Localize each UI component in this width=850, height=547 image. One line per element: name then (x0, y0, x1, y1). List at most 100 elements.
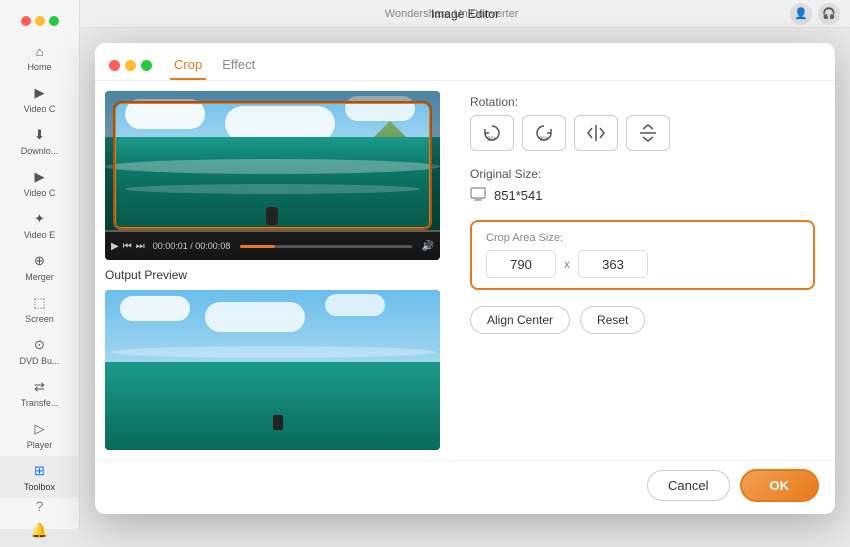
crop-height-input[interactable] (578, 250, 648, 278)
window-controls (109, 60, 152, 71)
time-display: 00:00:01 / 00:00:08 (153, 241, 231, 251)
sidebar-item-label: Downlo... (21, 146, 59, 156)
sidebar-item-video-edit[interactable]: ✦ Video E (0, 204, 79, 246)
toolbox-icon: ⊞ (31, 462, 49, 480)
sidebar: ⌂ Home ▶ Video C ⬇ Downlo... ▶ Video C ✦… (0, 0, 80, 529)
cloud-3 (345, 96, 415, 121)
traffic-min[interactable] (35, 16, 45, 26)
player-icon: ▷ (31, 420, 49, 438)
rotate-left-button[interactable]: 90° (470, 115, 514, 151)
headset-icon[interactable]: 🎧 (818, 3, 840, 25)
flip-vertical-button[interactable] (574, 115, 618, 151)
sidebar-item-video-convert[interactable]: ▶ Video C (0, 78, 79, 120)
flip-horizontal-button[interactable] (626, 115, 670, 151)
video-compress-icon: ▶ (31, 168, 49, 186)
help-icon[interactable]: ? (36, 498, 44, 514)
close-button[interactable] (109, 60, 120, 71)
cloud-1 (125, 99, 205, 129)
sidebar-item-toolbox[interactable]: ⊞ Toolbox (0, 456, 79, 498)
sidebar-item-label: Merger (25, 272, 54, 282)
traffic-max[interactable] (49, 16, 59, 26)
op-cloud-2 (205, 302, 305, 332)
rotate-right-button[interactable]: 90° (522, 115, 566, 151)
video-preview: ▶ ⏮ ⏭ 00:00:01 / 00:00:08 🔊 (105, 91, 440, 260)
step-back-button[interactable]: ⏮ (123, 241, 132, 252)
rotation-section: Rotation: 90° (470, 95, 815, 151)
rotation-label: Rotation: (470, 95, 815, 109)
rotation-buttons: 90° 90° (470, 115, 815, 151)
crop-area-section: Crop Area Size: x (470, 220, 815, 290)
crop-area-box: Crop Area Size: x (470, 220, 815, 290)
video-convert-icon: ▶ (31, 84, 49, 102)
svg-text:90°: 90° (487, 137, 497, 143)
sidebar-item-download[interactable]: ⬇ Downlo... (0, 120, 79, 162)
reset-button[interactable]: Reset (580, 306, 645, 334)
main-area: Wondershare UniConverter Image Editor 👤 … (80, 0, 850, 529)
download-icon: ⬇ (31, 126, 49, 144)
sidebar-item-home[interactable]: ⌂ Home (0, 36, 79, 78)
progress-fill (240, 245, 274, 248)
top-right-icons: 👤 🎧 (790, 0, 840, 27)
op-wave (110, 346, 435, 358)
op-ocean (105, 362, 440, 450)
ok-button[interactable]: OK (740, 469, 820, 502)
cloud-2 (225, 106, 335, 141)
sidebar-item-label: Screen (25, 314, 54, 324)
op-cloud-3 (325, 294, 385, 316)
wave-1 (105, 159, 440, 174)
crop-width-input[interactable] (486, 250, 556, 278)
sidebar-item-dvd-burn[interactable]: ⊙ DVD Bu... (0, 330, 79, 372)
dialog-footer: Cancel OK (95, 460, 835, 514)
dialog-body: ▶ ⏮ ⏭ 00:00:01 / 00:00:08 🔊 Output Previ… (95, 81, 835, 460)
sidebar-item-label: Home (27, 62, 51, 72)
play-button[interactable]: ▶ (111, 241, 119, 252)
sidebar-item-label: Transfe... (21, 398, 59, 408)
traffic-close[interactable] (21, 16, 31, 26)
step-forward-button[interactable]: ⏭ (136, 241, 145, 252)
surfer (266, 207, 278, 225)
size-icon (470, 187, 486, 204)
sidebar-item-label: DVD Bu... (19, 356, 59, 366)
sidebar-item-screen[interactable]: ⬚ Screen (0, 288, 79, 330)
wave-2 (125, 184, 420, 194)
sidebar-item-label: Video C (24, 188, 56, 198)
crop-separator: x (564, 257, 570, 271)
sidebar-item-label: Video E (24, 230, 55, 240)
video-edit-icon: ✦ (31, 210, 49, 228)
original-size-value: 851*541 (494, 188, 542, 203)
image-editor-dialog: Crop Effect (95, 43, 835, 514)
sidebar-item-merger[interactable]: ⊕ Merger (0, 246, 79, 288)
transfer-icon: ⇄ (31, 378, 49, 396)
home-icon: ⌂ (31, 42, 49, 60)
merger-icon: ⊕ (31, 252, 49, 270)
crop-area-label: Crop Area Size: (486, 232, 799, 244)
original-size-section: Original Size: 851*541 (470, 167, 815, 204)
tab-crop[interactable]: Crop (170, 51, 206, 80)
volume-icon[interactable]: 🔊 (422, 241, 434, 252)
screen-icon: ⬚ (31, 294, 49, 312)
align-center-button[interactable]: Align Center (470, 306, 570, 334)
user-icon[interactable]: 👤 (790, 3, 812, 25)
maximize-button[interactable] (141, 60, 152, 71)
original-size-box: 851*541 (470, 187, 815, 204)
dialog-header: Crop Effect (95, 43, 835, 81)
video-controls: ▶ ⏮ ⏭ 00:00:01 / 00:00:08 🔊 (105, 232, 440, 260)
minimize-button[interactable] (125, 60, 136, 71)
bell-icon[interactable]: 🔔 (31, 522, 48, 539)
left-panel: ▶ ⏮ ⏭ 00:00:01 / 00:00:08 🔊 Output Previ… (95, 81, 450, 460)
svg-text:90°: 90° (539, 137, 549, 143)
sidebar-item-transfer[interactable]: ⇄ Transfe... (0, 372, 79, 414)
sidebar-item-label: Toolbox (24, 482, 55, 492)
sidebar-item-player[interactable]: ▷ Player (0, 414, 79, 456)
cancel-button[interactable]: Cancel (647, 470, 729, 501)
progress-bar[interactable] (240, 245, 411, 248)
sidebar-bottom: ? 🔔 (31, 498, 48, 547)
sidebar-item-label: Player (27, 440, 53, 450)
output-preview-label: Output Preview (105, 268, 440, 282)
dvd-icon: ⊙ (31, 336, 49, 354)
op-cloud-1 (120, 296, 190, 321)
sidebar-item-video-compress[interactable]: ▶ Video C (0, 162, 79, 204)
tab-effect[interactable]: Effect (218, 51, 259, 80)
sidebar-item-label: Video C (24, 104, 56, 114)
original-size-label: Original Size: (470, 167, 815, 181)
